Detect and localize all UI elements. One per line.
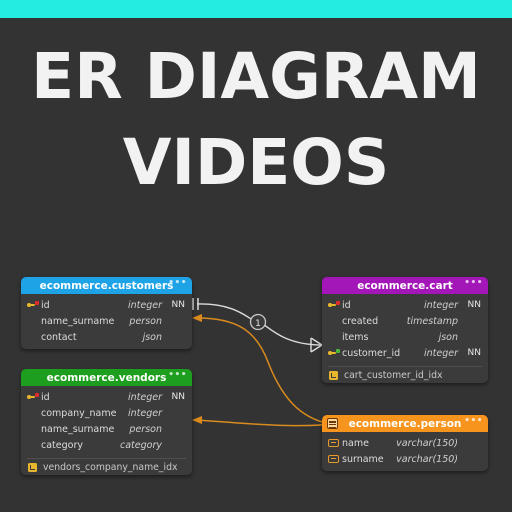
top-accent-bar xyxy=(0,0,512,18)
table-row[interactable]: name_surname person xyxy=(21,421,192,437)
table-row[interactable]: contact json xyxy=(21,329,192,345)
column-name: id xyxy=(41,391,50,403)
table-menu-icon[interactable]: ••• xyxy=(464,278,483,288)
index-icon xyxy=(27,462,43,473)
column-list-vendors: id integer NN company_name integer name_… xyxy=(21,386,192,457)
index-name: vendors_company_name_idx xyxy=(43,461,178,473)
cardinality-badge: 1 xyxy=(255,319,261,329)
column-name: category xyxy=(41,439,83,451)
primary-key-icon xyxy=(27,392,41,403)
column-nullability: NN xyxy=(467,348,481,358)
column-name: id xyxy=(41,299,50,311)
column-type: varchar(150) xyxy=(396,437,458,449)
no-key-icon xyxy=(27,440,41,451)
column-type: integer xyxy=(423,347,458,359)
column-name: id xyxy=(342,299,351,311)
column-type: json xyxy=(438,331,458,343)
column-type: integer xyxy=(127,407,162,419)
index-row[interactable]: vendors_company_name_idx xyxy=(21,459,192,475)
table-title-cart: ecommerce.cart xyxy=(357,279,453,292)
column-type: integer xyxy=(127,391,162,403)
index-icon xyxy=(328,370,344,381)
no-key-icon xyxy=(27,316,41,327)
type-table-icon xyxy=(327,418,338,429)
table-row[interactable]: company_name integer xyxy=(21,405,192,421)
column-list-customers: id integer NN name_surname person contac… xyxy=(21,294,192,349)
column-name: company_name xyxy=(41,407,117,419)
table-row[interactable]: customer_id integer NN xyxy=(322,345,488,361)
column-nullability: NN xyxy=(171,300,185,310)
title-line-1: ER DIAGRAM xyxy=(31,40,481,113)
no-key-icon xyxy=(27,408,41,419)
column-list-person: name varchar(150) surname varchar(150) xyxy=(322,432,488,471)
table-card-customers[interactable]: ecommerce.customers ••• id integer NN na… xyxy=(21,277,192,349)
page-title: ER DIAGRAM VIDEOS xyxy=(0,40,512,199)
column-type: integer xyxy=(127,299,162,311)
table-card-vendors[interactable]: ecommerce.vendors ••• id integer NN comp… xyxy=(21,369,192,475)
column-name: name xyxy=(342,437,369,449)
column-type: integer xyxy=(423,299,458,311)
table-row[interactable]: surname varchar(150) xyxy=(322,451,488,467)
no-key-icon xyxy=(328,332,342,343)
table-title-customers: ecommerce.customers xyxy=(39,279,174,292)
relationship-customers-cart: 1 xyxy=(192,298,323,353)
table-title-person: ecommerce.person xyxy=(348,417,462,430)
index-name: cart_customer_id_idx xyxy=(344,369,443,381)
table-row[interactable]: name varchar(150) xyxy=(322,435,488,451)
primary-key-icon xyxy=(328,300,342,311)
title-line-2: VIDEOS xyxy=(122,125,390,199)
er-diagram-canvas: ER DIAGRAM VIDEOS 1 ecommerce.customers … xyxy=(0,0,512,512)
column-type: varchar(150) xyxy=(396,453,458,465)
table-header-cart[interactable]: ecommerce.cart ••• xyxy=(322,277,488,294)
column-type: person xyxy=(129,315,162,327)
table-row[interactable]: category category xyxy=(21,437,192,453)
udt-attribute-icon xyxy=(328,438,342,449)
column-type: timestamp xyxy=(406,315,458,327)
column-name: name_surname xyxy=(41,423,115,435)
column-name: customer_id xyxy=(342,347,401,359)
table-row[interactable]: name_surname person xyxy=(21,313,192,329)
column-name: surname xyxy=(342,453,384,465)
no-key-icon xyxy=(328,316,342,327)
column-type: person xyxy=(129,423,162,435)
foreign-key-icon xyxy=(328,348,342,359)
column-name: contact xyxy=(41,331,77,343)
table-menu-icon[interactable]: ••• xyxy=(168,370,187,380)
udt-attribute-icon xyxy=(328,454,342,465)
relationship-person-customers xyxy=(192,314,331,425)
table-header-customers[interactable]: ecommerce.customers ••• xyxy=(21,277,192,294)
table-menu-icon[interactable]: ••• xyxy=(168,278,187,288)
primary-key-icon xyxy=(27,300,41,311)
column-name: created xyxy=(342,315,379,327)
table-row[interactable]: id integer NN xyxy=(322,297,488,313)
column-name: items xyxy=(342,331,369,343)
table-header-person[interactable]: ecommerce.person ••• xyxy=(322,415,488,432)
table-row[interactable]: id integer NN xyxy=(21,389,192,405)
table-title-vendors: ecommerce.vendors xyxy=(46,371,167,384)
table-row[interactable]: id integer NN xyxy=(21,297,192,313)
column-name: name_surname xyxy=(41,315,115,327)
table-row[interactable]: created timestamp xyxy=(322,313,488,329)
column-list-cart: id integer NN created timestamp items js… xyxy=(322,294,488,365)
column-type: json xyxy=(142,331,162,343)
table-row[interactable]: items json xyxy=(322,329,488,345)
table-header-vendors[interactable]: ecommerce.vendors ••• xyxy=(21,369,192,386)
no-key-icon xyxy=(27,332,41,343)
relationship-person-vendors xyxy=(192,416,331,427)
table-card-cart[interactable]: ecommerce.cart ••• id integer NN created… xyxy=(322,277,488,383)
table-menu-icon[interactable]: ••• xyxy=(464,416,483,426)
column-nullability: NN xyxy=(171,392,185,402)
column-nullability: NN xyxy=(467,300,481,310)
table-card-person[interactable]: ecommerce.person ••• name varchar(150) s… xyxy=(322,415,488,471)
column-type: category xyxy=(120,439,162,451)
no-key-icon xyxy=(27,424,41,435)
index-row[interactable]: cart_customer_id_idx xyxy=(322,367,488,383)
